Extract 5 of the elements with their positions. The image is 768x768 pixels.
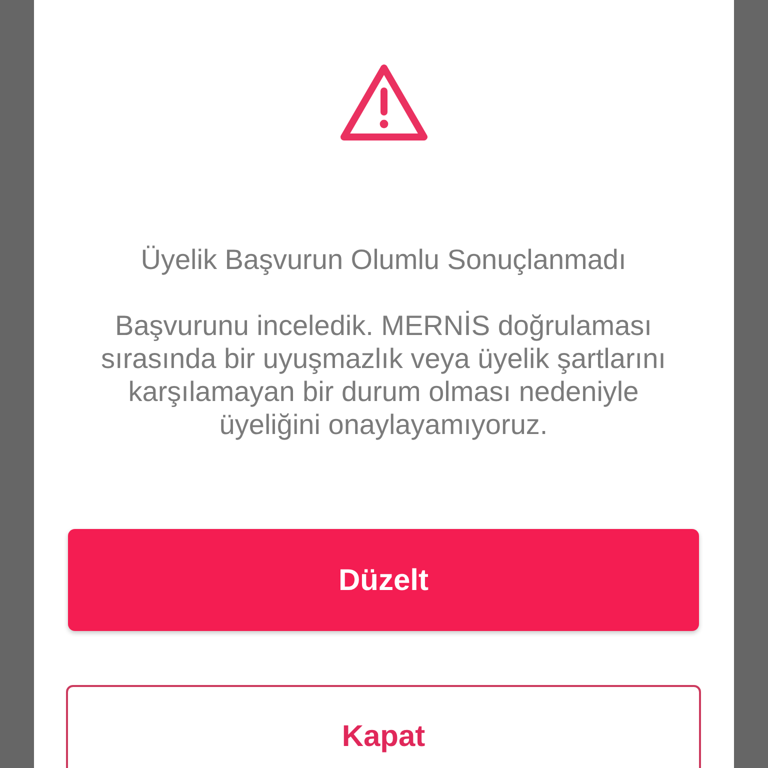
dialog-title: Üyelik Başvurun Olumlu Sonuçlanmadı [140, 243, 628, 276]
dialog-message: Başvurunu inceledik. MERNİS doğrulaması sırasında bir uyuşmazlık veya üyelik şartlarını karşılamayan bir durum olması nedeniyle üyeliğini onaylayamıyoruz. [100, 309, 667, 441]
close-button[interactable]: Kapat [66, 685, 701, 768]
fix-button[interactable]: Düzelt [68, 529, 699, 631]
warning-icon [338, 62, 428, 142]
